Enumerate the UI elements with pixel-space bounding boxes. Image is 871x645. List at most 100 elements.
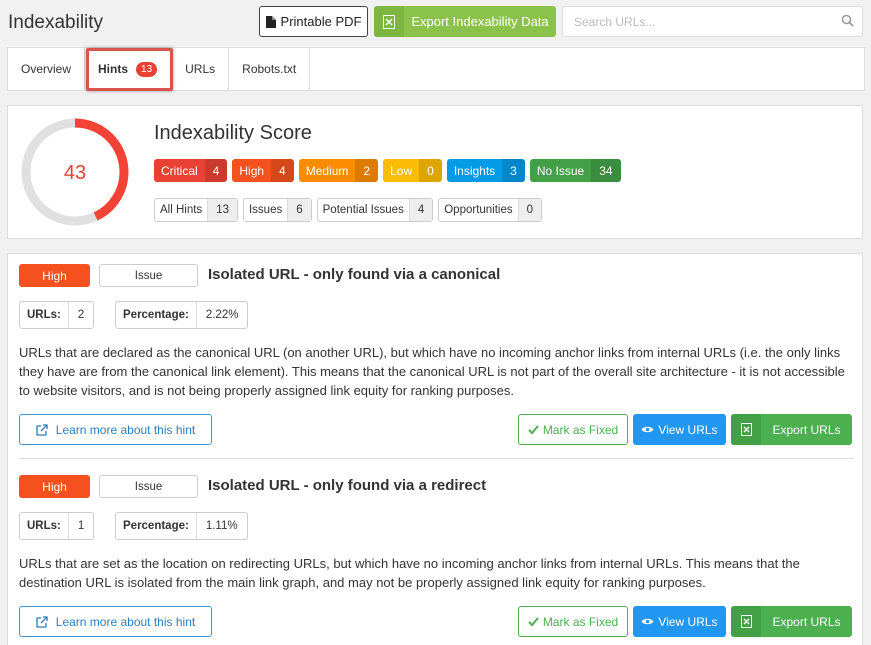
mark-as-fixed-button[interactable]: Mark as Fixed xyxy=(518,606,628,637)
urls-stat: URLs: 1 xyxy=(19,512,95,540)
filter-issues[interactable]: Issues 6 xyxy=(242,198,312,222)
learn-more-link[interactable]: Learn more about this hint xyxy=(19,606,212,637)
learn-more-label: Learn more about this hint xyxy=(55,422,196,437)
learn-more-label: Learn more about this hint xyxy=(55,614,196,629)
filter-name: Issues xyxy=(248,204,283,216)
severity-low[interactable]: Low 0 xyxy=(383,159,442,182)
percentage-stat: Percentage: 1.11% xyxy=(115,512,248,540)
severity-no-issue[interactable]: No Issue 34 xyxy=(529,159,621,182)
score-value: 43 xyxy=(64,162,86,184)
view-urls-button[interactable]: View URLs xyxy=(633,414,726,445)
mark-as-fixed-button[interactable]: Mark as Fixed xyxy=(518,414,628,445)
tab-urls[interactable]: URLs xyxy=(172,48,230,90)
check-icon xyxy=(528,424,539,434)
mark-as-fixed-label: Mark as Fixed xyxy=(542,422,619,437)
score-gauge: 43 xyxy=(21,118,129,226)
export-urls-label: Export URLs xyxy=(772,614,841,629)
percentage-stat: Percentage: 2.22% xyxy=(115,301,249,329)
export-urls-button[interactable]: Export URLs xyxy=(731,606,852,637)
view-urls-label: View URLs xyxy=(658,614,718,629)
eye-icon xyxy=(641,618,654,625)
tab-robots-label: Robots.txt xyxy=(242,62,297,76)
hint-type-filters: All Hints 13 Issues 6 Potential Issues 4 Op… xyxy=(154,198,543,222)
file-icon xyxy=(265,15,276,28)
severity-count: 4 xyxy=(271,159,294,182)
view-urls-button[interactable]: View URLs xyxy=(633,606,726,637)
percentage-stat-label: Percentage: xyxy=(116,513,197,539)
urls-stat-value: 2 xyxy=(77,309,85,321)
printable-pdf-label: Printable PDF xyxy=(280,14,362,29)
search-box xyxy=(562,6,863,37)
tab-hints[interactable]: Hints 13 xyxy=(85,48,173,90)
percentage-stat-label: Percentage: xyxy=(116,302,197,328)
hint-description: URLs that are set as the location on red… xyxy=(19,556,800,590)
severity-name: No Issue xyxy=(536,163,585,178)
filter-count: 6 xyxy=(287,199,311,221)
score-panel: 43 Indexability Score Critical 4 High 4 Me… xyxy=(7,105,863,239)
severity-insights[interactable]: Insights 3 xyxy=(446,159,525,182)
filter-count: 0 xyxy=(517,199,542,221)
eye-icon xyxy=(641,426,654,433)
severity-count: 2 xyxy=(355,159,379,182)
severity-medium[interactable]: Medium 2 xyxy=(298,159,379,182)
severity-name: Insights xyxy=(453,163,496,178)
hint-card: High Issue Isolated URL - only found via… xyxy=(19,264,854,454)
severity-count: 34 xyxy=(591,159,621,182)
tab-urls-label: URLs xyxy=(185,62,216,76)
urls-stat-label: URLs: xyxy=(20,302,69,328)
filter-all-hints[interactable]: All Hints 13 xyxy=(154,198,238,222)
export-urls-button[interactable]: Export URLs xyxy=(731,414,852,445)
severity-name: Critical xyxy=(161,163,198,178)
view-urls-label: View URLs xyxy=(658,422,718,437)
tab-robots[interactable]: Robots.txt xyxy=(229,48,311,90)
page-title: Indexability xyxy=(8,12,104,33)
tab-bar: Overview Hints 13 URLs Robots.txt xyxy=(7,47,865,91)
excel-icon xyxy=(374,6,404,37)
severity-high[interactable]: High 4 xyxy=(232,159,294,182)
external-link-icon xyxy=(36,615,48,628)
severity-name: Medium xyxy=(305,163,349,178)
hint-title: Isolated URL - only found via a canonica… xyxy=(208,266,501,283)
percentage-stat-value: 1.11% xyxy=(205,520,238,532)
score-title: Indexability Score xyxy=(154,122,312,144)
type-badge: Issue xyxy=(99,475,198,498)
severity-name: Low xyxy=(390,163,413,178)
urls-stat: URLs: 2 xyxy=(19,301,95,329)
export-indexability-label: Export Indexability Data xyxy=(411,14,549,29)
search-input[interactable] xyxy=(563,7,823,36)
severity-count: 0 xyxy=(419,159,442,182)
urls-stat-label: URLs: xyxy=(20,513,69,539)
level-badge: High xyxy=(19,264,90,287)
severity-critical[interactable]: Critical 4 xyxy=(154,159,228,182)
external-link-icon xyxy=(36,423,48,436)
excel-icon xyxy=(731,606,761,637)
learn-more-link[interactable]: Learn more about this hint xyxy=(19,414,212,445)
filter-count: 13 xyxy=(207,199,237,221)
filter-potential-issues[interactable]: Potential Issues 4 xyxy=(316,198,434,222)
hints-list: High Issue Isolated URL - only found via… xyxy=(7,253,863,645)
urls-stat-value: 1 xyxy=(77,520,85,532)
mark-as-fixed-label: Mark as Fixed xyxy=(542,614,619,629)
hint-divider xyxy=(19,458,854,459)
severity-count: 4 xyxy=(204,159,228,182)
filter-opportunities[interactable]: Opportunities 0 xyxy=(438,198,543,222)
type-badge: Issue xyxy=(99,264,198,287)
hint-description: URLs that are declared as the canonical … xyxy=(19,345,845,398)
filter-name: Potential Issues xyxy=(322,204,404,216)
search-icon[interactable] xyxy=(841,14,854,27)
excel-icon xyxy=(731,414,761,445)
severity-badges: Critical 4 High 4 Medium 2 Low 0 Insights 3 N… xyxy=(154,159,621,182)
tab-overview-label: Overview xyxy=(21,62,72,76)
hint-title: Isolated URL - only found via a redirect xyxy=(208,477,487,494)
tab-overview[interactable]: Overview xyxy=(8,48,86,90)
printable-pdf-button[interactable]: Printable PDF xyxy=(259,6,368,37)
filter-name: All Hints xyxy=(160,204,203,216)
level-badge: High xyxy=(19,475,90,498)
percentage-stat-value: 2.22% xyxy=(205,309,239,321)
hints-count-badge: 13 xyxy=(136,61,158,77)
severity-name: High xyxy=(239,163,265,178)
check-icon xyxy=(528,616,539,626)
export-urls-label: Export URLs xyxy=(772,422,841,437)
filter-name: Opportunities xyxy=(444,204,513,216)
export-indexability-button[interactable]: Export Indexability Data xyxy=(374,6,556,37)
